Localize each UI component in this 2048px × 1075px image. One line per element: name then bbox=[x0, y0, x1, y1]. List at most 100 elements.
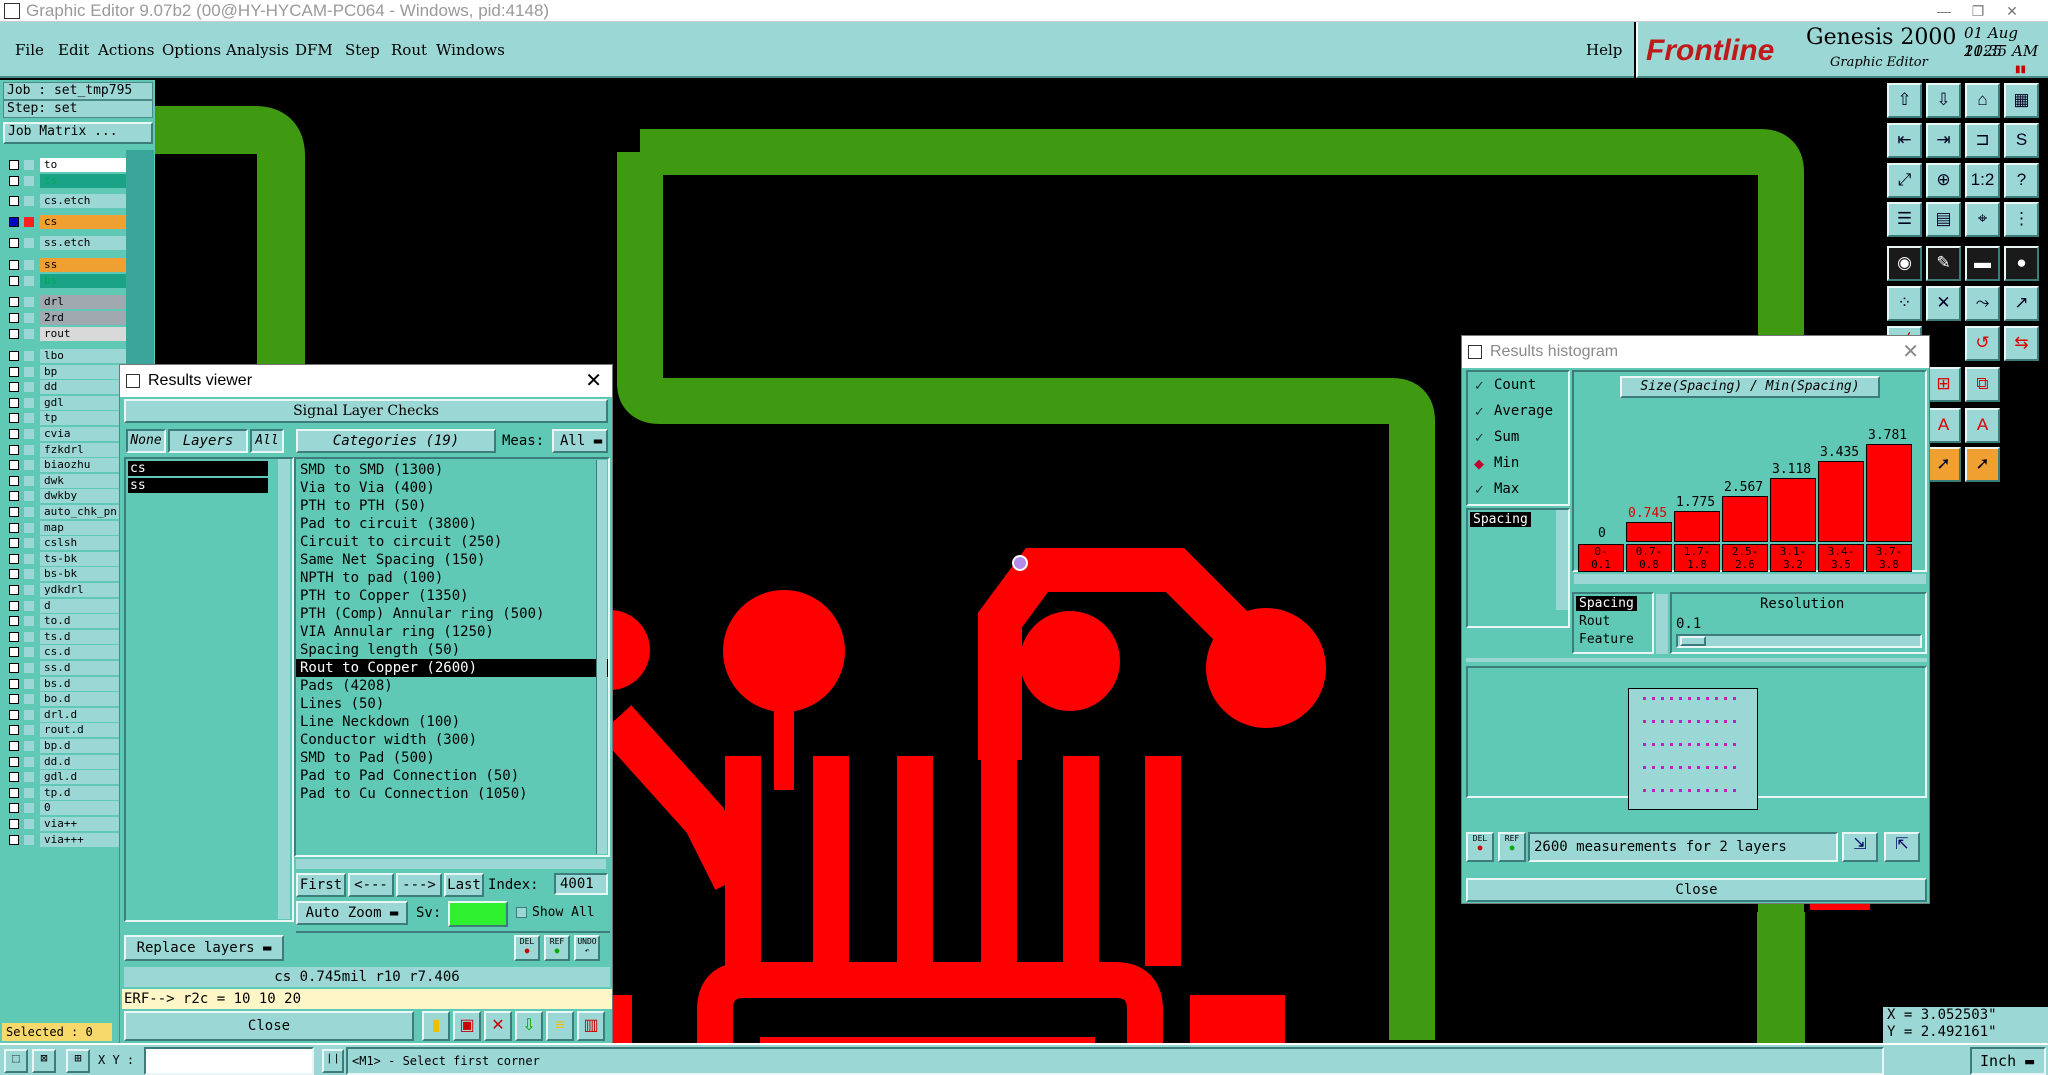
xy-input[interactable] bbox=[144, 1047, 314, 1075]
display-icon[interactable]: ▣ bbox=[453, 1011, 481, 1041]
pause-icon[interactable]: ❘❘ bbox=[322, 1049, 344, 1073]
menu-help[interactable]: Help bbox=[1586, 41, 1622, 59]
category-hscrollbar[interactable] bbox=[296, 859, 606, 869]
layer-row[interactable]: drl bbox=[5, 295, 128, 309]
layer-checkbox[interactable] bbox=[9, 553, 19, 564]
ref-button[interactable]: REF ● bbox=[544, 935, 570, 961]
category-item[interactable]: Pads (4208) bbox=[296, 677, 608, 695]
checkmark-icon[interactable]: ✓ bbox=[1474, 430, 1485, 446]
flip-icon[interactable]: ⇆ bbox=[2004, 326, 2039, 361]
layer-row[interactable]: cs bbox=[5, 215, 128, 229]
text-c-icon[interactable]: A bbox=[1965, 408, 2000, 443]
layer-checkbox[interactable] bbox=[9, 647, 19, 658]
bin-range[interactable]: 3.7- 3.8 bbox=[1866, 544, 1912, 572]
zoom-area-icon[interactable]: ⊠ bbox=[32, 1049, 56, 1073]
layer-row[interactable]: bo.d bbox=[5, 692, 128, 707]
layer-row[interactable]: cs.d bbox=[5, 645, 128, 660]
grid-view-icon[interactable]: ▦ bbox=[2004, 83, 2039, 118]
menu-options[interactable]: Options bbox=[162, 41, 221, 59]
layer-row[interactable]: lbo bbox=[5, 349, 128, 363]
layer-icon[interactable]: ▮ bbox=[422, 1011, 450, 1041]
route-icon[interactable]: ⤳ bbox=[1965, 286, 2000, 321]
option-count[interactable]: Count bbox=[1494, 377, 1536, 393]
step-icon[interactable]: ⊐ bbox=[1965, 123, 2000, 158]
index-input[interactable]: 4001 bbox=[554, 873, 608, 895]
hist-ref-button[interactable]: REF ● bbox=[1498, 832, 1526, 862]
category-item[interactable]: Pad to circuit (3800) bbox=[296, 515, 608, 533]
scale-icon[interactable]: 1:2 bbox=[1965, 163, 2000, 198]
layer-row[interactable]: ts bbox=[5, 174, 128, 188]
close-icon[interactable]: ✕ bbox=[1902, 336, 1919, 368]
layer-checkbox[interactable] bbox=[9, 238, 19, 248]
snap-icon[interactable]: ⋮ bbox=[2004, 202, 2039, 237]
save-icon[interactable]: ⇩ bbox=[1926, 83, 1961, 118]
first-button[interactable]: First bbox=[296, 873, 346, 897]
layer-row[interactable]: ydkdrl bbox=[5, 583, 128, 597]
menu-rout[interactable]: Rout bbox=[391, 41, 427, 59]
layer-row[interactable]: ss.d bbox=[5, 661, 128, 675]
layer-row[interactable]: drl.d bbox=[5, 707, 128, 722]
layer-checkbox[interactable] bbox=[9, 663, 19, 673]
layer-checkbox[interactable] bbox=[9, 569, 19, 580]
menu-edit[interactable]: Edit bbox=[58, 41, 89, 59]
layer-checkbox[interactable] bbox=[9, 787, 19, 798]
restore-icon[interactable]: ❐ bbox=[1964, 0, 1992, 22]
layer-checkbox[interactable] bbox=[9, 297, 19, 307]
layer-checkbox[interactable] bbox=[9, 429, 19, 439]
minimize-icon[interactable]: — bbox=[1930, 0, 1958, 22]
close-icon[interactable]: ✕ bbox=[1998, 0, 2026, 22]
menu-analysis[interactable]: Analysis bbox=[226, 41, 289, 59]
category-item[interactable]: Pad to Pad Connection (50) bbox=[296, 767, 608, 785]
layer-row[interactable]: auto_chk_pn bbox=[5, 505, 128, 519]
menu-step[interactable]: Step bbox=[345, 41, 380, 59]
layer-checkbox[interactable] bbox=[9, 741, 19, 751]
layer-row[interactable]: to bbox=[5, 158, 128, 172]
layer-row[interactable]: bs.d bbox=[5, 676, 128, 691]
layer-checkbox[interactable] bbox=[9, 260, 19, 270]
layer-row[interactable]: to.d bbox=[5, 614, 128, 629]
layer-row[interactable]: tp.d bbox=[5, 785, 128, 800]
histogram-close-button[interactable]: Close bbox=[1466, 878, 1927, 902]
table-icon[interactable]: ▤ bbox=[1926, 202, 1961, 237]
layer-result-cs[interactable]: cs bbox=[128, 461, 268, 476]
pad-icon[interactable]: ● bbox=[2004, 246, 2039, 281]
histogram-bar[interactable] bbox=[1674, 511, 1720, 542]
layer-row[interactable]: via++ bbox=[5, 817, 128, 831]
slider-thumb[interactable] bbox=[1680, 636, 1706, 646]
fit-icon[interactable]: ⤢ bbox=[1887, 163, 1922, 198]
layer-checkbox[interactable] bbox=[9, 176, 19, 186]
measure-scrollbar[interactable] bbox=[1556, 510, 1568, 610]
layer-checkbox[interactable] bbox=[9, 522, 19, 533]
layer-row[interactable]: dd bbox=[5, 380, 128, 395]
layers-button[interactable]: Layers bbox=[168, 429, 248, 453]
category-item[interactable]: Conductor width (300) bbox=[296, 731, 608, 749]
layer-row[interactable]: gdl.d bbox=[5, 770, 128, 785]
menu-dfm[interactable]: DFM bbox=[295, 41, 333, 59]
layer-result-ss[interactable]: ss bbox=[128, 478, 268, 493]
menu-windows[interactable]: Windows bbox=[436, 41, 505, 59]
sort-feature[interactable]: Feature bbox=[1576, 632, 1637, 647]
category-item[interactable]: VIA Annular ring (1250) bbox=[296, 623, 608, 641]
text-b-icon[interactable]: A bbox=[1926, 408, 1961, 443]
layer-checkbox[interactable] bbox=[9, 803, 19, 814]
layer-checkbox[interactable] bbox=[9, 491, 19, 502]
layer-checkbox[interactable] bbox=[9, 351, 19, 361]
layer-row[interactable]: cs.etch bbox=[5, 194, 128, 208]
layer-checkbox[interactable] bbox=[9, 196, 19, 206]
option-sum[interactable]: Sum bbox=[1494, 429, 1519, 445]
layer-row[interactable]: biaozhu bbox=[5, 458, 128, 473]
layer-checkbox[interactable] bbox=[9, 313, 19, 323]
layer-checkbox[interactable] bbox=[9, 600, 19, 611]
histogram-bar[interactable] bbox=[1866, 444, 1912, 542]
histogram-bar[interactable] bbox=[1818, 460, 1864, 542]
layer-row[interactable]: dd.d bbox=[5, 754, 128, 769]
layer-checkbox[interactable] bbox=[9, 694, 19, 705]
layer-checkbox[interactable] bbox=[9, 413, 19, 424]
measure-spacing[interactable]: Spacing bbox=[1470, 512, 1531, 527]
help-icon[interactable]: ? bbox=[2004, 163, 2039, 198]
line-icon[interactable]: ▬ bbox=[1965, 246, 2000, 281]
layer-row[interactable]: fzkdrl bbox=[5, 442, 128, 457]
layer-row[interactable]: d bbox=[5, 598, 128, 613]
layer-row[interactable]: ts-bk bbox=[5, 551, 128, 566]
category-item[interactable]: SMD to SMD (1300) bbox=[296, 461, 608, 479]
